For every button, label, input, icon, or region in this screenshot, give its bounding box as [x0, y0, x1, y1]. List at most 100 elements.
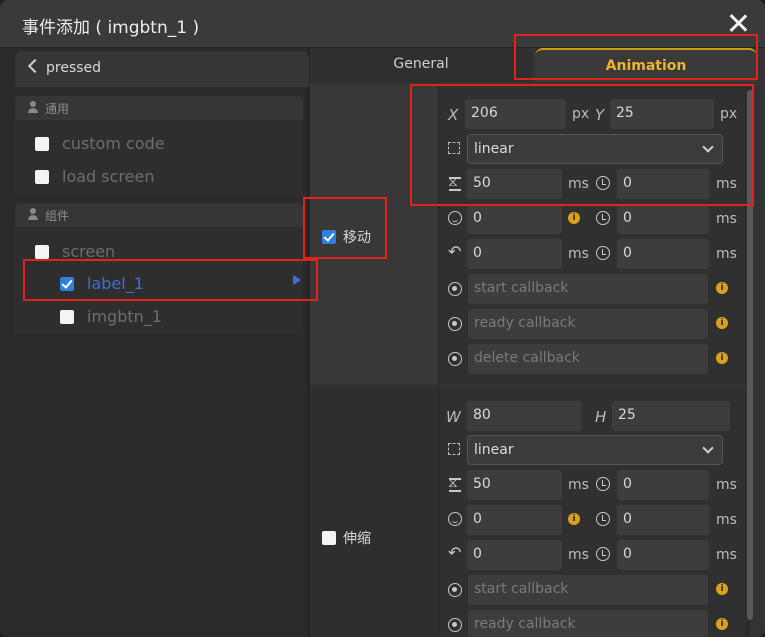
- info-icon[interactable]: i: [568, 212, 580, 224]
- list-item-screen[interactable]: screen: [35, 241, 235, 265]
- group-components: 组件 screen label_1 imgbtn_1: [15, 203, 303, 333]
- path-icon: [448, 443, 460, 455]
- y-input[interactable]: 25: [610, 99, 714, 129]
- expand-arrow-icon[interactable]: [293, 275, 301, 285]
- item-label: custom code: [62, 134, 165, 153]
- move-checkbox[interactable]: [322, 230, 336, 244]
- user-group-icon: [28, 101, 38, 114]
- group-title: 组件: [45, 209, 70, 223]
- ready-callback-input[interactable]: ready callback: [468, 610, 708, 637]
- playback-delay-input[interactable]: 0: [617, 505, 709, 535]
- tab-general[interactable]: General: [310, 48, 532, 82]
- radio-icon[interactable]: [448, 282, 462, 296]
- playback-unit: ms: [716, 211, 737, 227]
- delete-callback-input[interactable]: delete callback: [468, 344, 708, 374]
- user-group-icon: [28, 208, 38, 221]
- item-label: label_1: [87, 274, 144, 293]
- info-icon[interactable]: i: [716, 317, 728, 329]
- delay-input[interactable]: 0: [617, 470, 709, 500]
- clock-icon: [596, 246, 610, 260]
- radio-icon[interactable]: [448, 583, 462, 597]
- clock-icon: [596, 547, 610, 561]
- move-label-column: 移动: [310, 84, 438, 384]
- group-header: 组件: [15, 203, 303, 227]
- radio-icon[interactable]: [448, 317, 462, 331]
- info-icon[interactable]: i: [716, 282, 728, 294]
- title-bar: 事件添加 ( imgbtn_1 ): [0, 0, 765, 48]
- info-icon[interactable]: i: [716, 618, 728, 630]
- x-input[interactable]: 206: [465, 99, 566, 129]
- list-item-label-1[interactable]: label_1: [60, 273, 260, 297]
- scale-section: 伸缩 W 80 H 25 linear 50 ms 0 ms 0: [310, 388, 750, 637]
- path-value: linear: [474, 141, 514, 157]
- clock-icon: [596, 211, 610, 225]
- scale-label: 伸缩: [343, 531, 371, 547]
- x-axis-label: X: [448, 106, 459, 124]
- move-section: 移动 X 206 px Y 25 px linear 50 ms 0 ms: [310, 84, 750, 384]
- checkbox[interactable]: [60, 310, 74, 324]
- chevron-down-icon: [702, 141, 714, 153]
- scale-fields: W 80 H 25 linear 50 ms 0 ms 0 i 0: [440, 388, 745, 637]
- tab-animation[interactable]: Animation: [535, 48, 757, 82]
- playback-unit: ms: [716, 512, 737, 528]
- clock-icon: [596, 176, 610, 190]
- info-icon[interactable]: i: [716, 583, 728, 595]
- checkbox[interactable]: [35, 245, 49, 259]
- list-item-imgbtn-1[interactable]: imgbtn_1: [60, 306, 260, 330]
- event-add-dialog: 事件添加 ( imgbtn_1 ) pressed 通用 custom code…: [0, 0, 765, 637]
- radio-icon[interactable]: [448, 618, 462, 632]
- scrollbar[interactable]: [747, 90, 753, 620]
- list-item-custom-code[interactable]: custom code: [35, 133, 235, 157]
- ready-callback-input[interactable]: ready callback: [468, 309, 708, 339]
- info-icon[interactable]: i: [568, 513, 580, 525]
- move-label: 移动: [343, 230, 371, 246]
- back-button[interactable]: pressed: [15, 51, 309, 87]
- start-callback-input[interactable]: start callback: [468, 274, 708, 304]
- playback-input[interactable]: 0: [467, 505, 562, 535]
- delay-input[interactable]: 0: [617, 169, 709, 199]
- w-axis-label: W: [446, 408, 461, 426]
- repeat-unit: ms: [568, 547, 589, 563]
- playback-delay-input[interactable]: 0: [617, 204, 709, 234]
- dialog-title: 事件添加 ( imgbtn_1 ): [22, 18, 200, 38]
- path-value: linear: [474, 442, 514, 458]
- right-panel: General Animation 移动 X 206 px Y 25 px li…: [310, 48, 765, 637]
- repeat-delay-unit: ms: [716, 547, 737, 563]
- close-icon[interactable]: [725, 10, 751, 36]
- checkbox[interactable]: [35, 137, 49, 151]
- w-input[interactable]: 80: [467, 401, 581, 431]
- repeat-input[interactable]: 0: [467, 540, 562, 570]
- clock-icon: [596, 512, 610, 526]
- playback-input[interactable]: 0: [467, 204, 562, 234]
- scale-checkbox[interactable]: [322, 531, 336, 545]
- time-input[interactable]: 50: [467, 169, 562, 199]
- tab-label: General: [393, 56, 449, 72]
- item-label: imgbtn_1: [87, 307, 162, 326]
- start-callback-input[interactable]: start callback: [468, 575, 708, 605]
- hourglass-icon: [448, 475, 461, 492]
- info-icon[interactable]: i: [716, 352, 728, 364]
- item-label: load screen: [62, 167, 155, 186]
- repeat-delay-input[interactable]: 0: [617, 239, 709, 269]
- repeat-back-icon: ↶: [448, 543, 462, 562]
- repeat-input[interactable]: 0: [467, 239, 562, 269]
- time-unit: ms: [568, 477, 589, 493]
- time-input[interactable]: 50: [467, 470, 562, 500]
- h-input[interactable]: 25: [612, 401, 730, 431]
- path-select[interactable]: linear: [467, 134, 723, 164]
- h-axis-label: H: [595, 408, 607, 426]
- repeat-delay-unit: ms: [716, 246, 737, 262]
- radio-icon[interactable]: [448, 352, 462, 366]
- checkbox[interactable]: [35, 170, 49, 184]
- repeat-back-icon: ↶: [448, 242, 462, 261]
- checkbox-checked[interactable]: [60, 277, 74, 291]
- scale-label-column: 伸缩: [310, 388, 438, 637]
- clock-icon: [596, 477, 610, 491]
- tab-label: Animation: [605, 58, 687, 74]
- list-item-load-screen[interactable]: load screen: [35, 166, 235, 190]
- path-select[interactable]: linear: [467, 435, 723, 465]
- delay-unit: ms: [716, 176, 737, 192]
- repeat-delay-input[interactable]: 0: [617, 540, 709, 570]
- left-panel: pressed 通用 custom code load screen 组件 sc…: [10, 48, 309, 637]
- delay-unit: ms: [716, 477, 737, 493]
